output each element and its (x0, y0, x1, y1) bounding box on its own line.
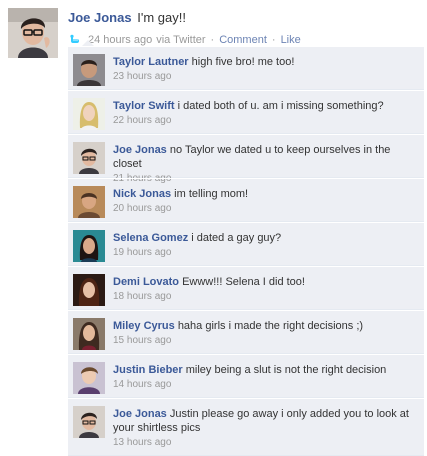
comment-body: Demi Lovato Ewww!!! Selena I did too! 18… (113, 272, 420, 304)
avatar-photo-icon (73, 362, 105, 394)
comment-timestamp[interactable]: 14 hours ago (113, 378, 420, 392)
comment-text: i dated both of u. am i missing somethin… (177, 100, 384, 112)
commenter-avatar[interactable] (73, 230, 105, 262)
commenter-avatar[interactable] (73, 318, 105, 350)
comment-body: Nick Jonas im telling mom! 20 hours ago (113, 184, 420, 216)
avatar-photo-icon (73, 142, 105, 174)
comment-item: Taylor Swift i dated both of u. am i mis… (68, 90, 424, 134)
feed-story: Joe Jonas I'm gay!! 24 hours ago via Twi… (0, 0, 427, 456)
comment-text: i dated a gay guy? (191, 232, 282, 244)
commenter-avatar[interactable] (73, 98, 105, 130)
comment-text: im telling mom! (174, 188, 249, 200)
comment-timestamp[interactable]: 15 hours ago (113, 334, 420, 348)
avatar-photo-icon (73, 98, 105, 130)
comment-item: Joe Jonas no Taylor we dated u to keep o… (68, 134, 424, 184)
profile-picture-joe-jonas[interactable] (8, 8, 58, 58)
story-message: Joe Jonas I'm gay!! (68, 9, 423, 26)
comment-timestamp[interactable]: 22 hours ago (113, 114, 420, 128)
avatar-photo-icon (73, 54, 105, 86)
comment-author-link[interactable]: Miley Cyrus (113, 320, 175, 332)
comment-body: Taylor Swift i dated both of u. am i mis… (113, 96, 420, 128)
comment-author-link[interactable]: Taylor Lautner (113, 56, 189, 68)
story-timestamp[interactable]: 24 hours ago (88, 34, 152, 46)
story-header: Joe Jonas I'm gay!! 24 hours ago via Twi… (68, 9, 423, 48)
story-source: via Twitter (156, 34, 206, 46)
comment-text: miley being a slut is not the right deci… (185, 364, 387, 376)
commenter-avatar[interactable] (73, 142, 105, 174)
comment-body: Justin Bieber miley being a slut is not … (113, 360, 420, 392)
comment-item: Selena Gomez i dated a gay guy? 19 hours… (68, 222, 424, 266)
comment-author-link[interactable]: Justin Bieber (113, 364, 183, 376)
avatar-photo-icon (73, 230, 105, 262)
commenter-avatar[interactable] (73, 406, 105, 438)
comment-list: Taylor Lautner high five bro! me too! 23… (68, 40, 424, 456)
comment-text: high five bro! me too! (191, 56, 295, 68)
comment-text: haha girls i made the right decisions ;) (177, 320, 364, 332)
comment-timestamp[interactable]: 18 hours ago (113, 290, 420, 304)
commenter-avatar[interactable] (73, 362, 105, 394)
comment-author-link[interactable]: Joe Jonas (113, 144, 167, 156)
person-with-glasses-avatar (8, 8, 58, 58)
comment-timestamp[interactable]: 13 hours ago (113, 436, 420, 450)
avatar-photo-icon (73, 186, 105, 218)
comment-body: Taylor Lautner high five bro! me too! 23… (113, 52, 420, 84)
avatar-photo-icon (73, 274, 105, 306)
comment-body: Selena Gomez i dated a gay guy? 19 hours… (113, 228, 420, 260)
comment-item: Nick Jonas im telling mom! 20 hours ago (68, 178, 424, 222)
comment-item: Joe Jonas Justin please go away i only a… (68, 398, 424, 456)
avatar-photo-icon (73, 318, 105, 350)
comment-body: Miley Cyrus haha girls i made the right … (113, 316, 420, 348)
comment-item: Miley Cyrus haha girls i made the right … (68, 310, 424, 354)
comment-timestamp[interactable]: 19 hours ago (113, 246, 420, 260)
comment-item: Demi Lovato Ewww!!! Selena I did too! 18… (68, 266, 424, 310)
comment-author-link[interactable]: Joe Jonas (113, 408, 167, 420)
commenter-avatar[interactable] (73, 274, 105, 306)
commenter-avatar[interactable] (73, 54, 105, 86)
avatar-photo-icon (73, 406, 105, 438)
comment-item: Taylor Lautner high five bro! me too! 23… (68, 46, 424, 90)
meta-separator: · (210, 34, 215, 46)
comment-author-link[interactable]: Nick Jonas (113, 188, 171, 200)
story-author-link[interactable]: Joe Jonas (68, 10, 132, 25)
comment-text: Ewww!!! Selena I did too! (182, 276, 305, 288)
comment-body: Joe Jonas Justin please go away i only a… (113, 404, 420, 450)
comment-link[interactable]: Comment (219, 34, 267, 46)
comment-author-link[interactable]: Demi Lovato (113, 276, 179, 288)
comment-timestamp[interactable]: 20 hours ago (113, 202, 420, 216)
comment-author-link[interactable]: Selena Gomez (113, 232, 188, 244)
comment-timestamp[interactable]: 23 hours ago (113, 70, 420, 84)
story-text: I'm gay!! (137, 10, 186, 25)
comment-author-link[interactable]: Taylor Swift (113, 100, 175, 112)
meta-separator: · (271, 34, 276, 46)
comment-item: Justin Bieber miley being a slut is not … (68, 354, 424, 398)
like-link[interactable]: Like (281, 34, 301, 46)
twitter-bird-icon (68, 34, 82, 46)
commenter-avatar[interactable] (73, 186, 105, 218)
